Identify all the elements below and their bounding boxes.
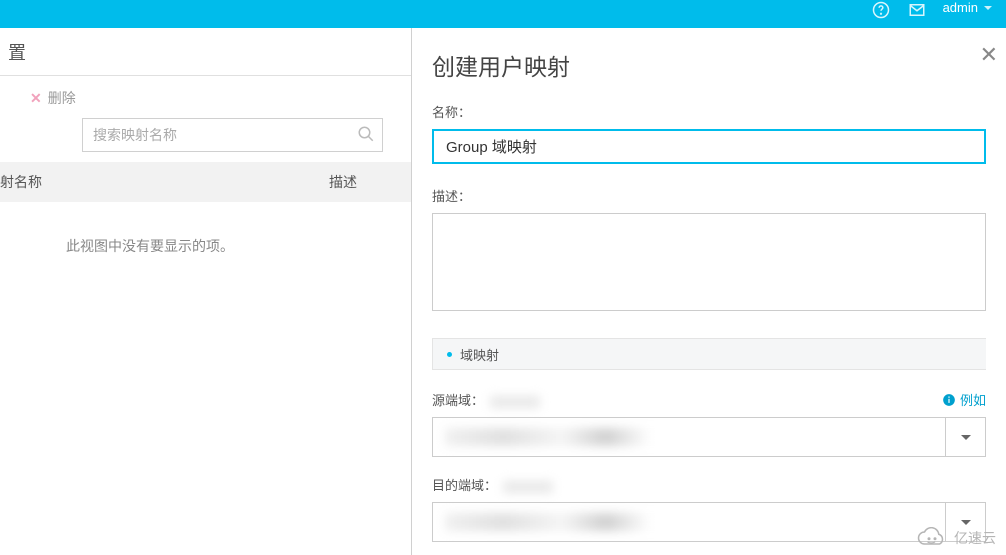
left-column: 置 ✕ 删除 射名称 描述 此视图中没有要显示的项。 xyxy=(0,28,412,555)
info-icon xyxy=(942,393,956,407)
search-button[interactable] xyxy=(355,124,377,146)
close-icon: ✕ xyxy=(980,42,998,67)
dest-dropdown-value xyxy=(433,503,945,541)
name-label: 名称： xyxy=(432,102,986,121)
top-header: admin xyxy=(0,0,1006,28)
search-wrap xyxy=(82,118,383,152)
mail-icon[interactable] xyxy=(907,0,927,20)
column-header-desc[interactable]: 描述 xyxy=(329,172,389,192)
search-icon xyxy=(357,125,375,143)
source-label: 源端域： xyxy=(432,390,540,409)
cloud-icon xyxy=(914,527,950,549)
delete-button[interactable]: ✕ 删除 xyxy=(0,76,411,118)
dest-label: 目的端域： xyxy=(432,475,986,494)
user-label: admin xyxy=(943,0,978,15)
search-input[interactable] xyxy=(82,118,383,152)
hint-text: 例如 xyxy=(960,390,986,409)
column-header-name[interactable]: 射名称 xyxy=(0,172,329,192)
create-panel: ✕ 创建用户映射 名称： 描述： 域映射 源端域： 例如 xyxy=(412,28,1006,555)
source-label-row: 源端域： 例如 xyxy=(432,390,986,409)
watermark-logo: 亿速云 xyxy=(914,527,996,549)
section-bar[interactable]: 域映射 xyxy=(432,338,986,370)
desc-label: 描述： xyxy=(432,186,986,205)
watermark-text: 亿速云 xyxy=(954,528,996,548)
chevron-down-icon xyxy=(961,520,971,525)
desc-textarea[interactable] xyxy=(432,213,986,311)
delete-label: 删除 xyxy=(48,88,76,108)
source-dropdown[interactable] xyxy=(432,417,986,457)
dest-dropdown[interactable] xyxy=(432,502,986,542)
left-title-bar: 置 xyxy=(0,28,411,76)
close-button[interactable]: ✕ xyxy=(980,44,998,66)
chevron-down-icon xyxy=(961,435,971,440)
main-area: 置 ✕ 删除 射名称 描述 此视图中没有要显示的项。 ✕ 创建用户映射 名称： … xyxy=(0,28,1006,555)
list-header: 射名称 描述 xyxy=(0,162,411,202)
example-link[interactable]: 例如 xyxy=(942,390,986,409)
empty-message: 此视图中没有要显示的项。 xyxy=(0,202,411,256)
delete-x-icon: ✕ xyxy=(30,90,42,107)
panel-title: 创建用户映射 xyxy=(432,48,986,82)
help-icon[interactable] xyxy=(871,0,891,20)
source-dropdown-arrow[interactable] xyxy=(945,418,985,456)
user-menu[interactable]: admin xyxy=(943,0,992,15)
section-dot-icon xyxy=(447,352,452,357)
source-dropdown-value xyxy=(433,418,945,456)
name-input[interactable] xyxy=(432,129,986,164)
section-label: 域映射 xyxy=(460,345,499,364)
chevron-down-icon xyxy=(984,6,992,10)
left-title-text: 置 xyxy=(8,39,26,65)
